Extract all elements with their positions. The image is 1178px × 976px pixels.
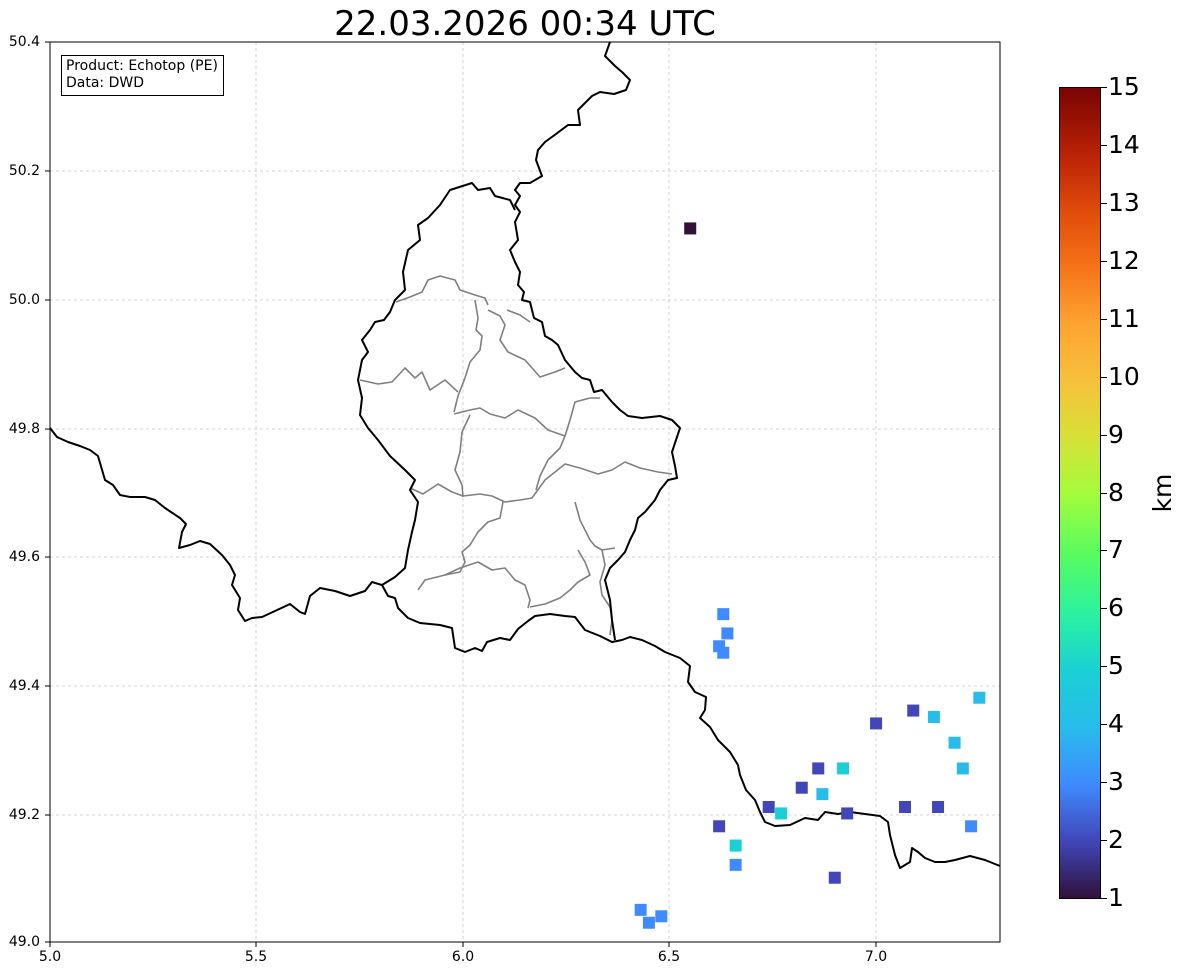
colorbar-tick-label: 9: [1108, 419, 1124, 449]
map-plot: [45, 41, 1001, 947]
y-tick-label: 49.2: [8, 807, 40, 823]
echo-cell: [816, 788, 829, 801]
echo-cell: [655, 910, 668, 923]
colorbar-tick: [1101, 666, 1107, 668]
echo-cell: [956, 762, 969, 775]
echo-cell: [775, 807, 788, 820]
echo-cell: [841, 807, 854, 820]
colorbar-tick: [1101, 840, 1107, 842]
echo-cell: [932, 801, 945, 813]
y-tick-label: 50.4: [8, 34, 40, 50]
colorbar-tick-label: 1: [1108, 883, 1124, 912]
x-tick-label: 5.0: [38, 949, 62, 965]
x-tick-label: 6.5: [657, 949, 681, 965]
x-tick-label: 7.0: [864, 949, 888, 965]
colorbar-tick-label: 11: [1108, 303, 1140, 333]
colorbar-tick: [1101, 898, 1107, 899]
colorbar-tick: [1101, 260, 1107, 262]
echo-cell: [948, 736, 961, 749]
colorbar-tick: [1101, 782, 1107, 784]
echo-cell: [927, 711, 940, 723]
colorbar-tick: [1101, 376, 1107, 378]
colorbar-tick: [1101, 434, 1107, 436]
y-tick-label: 49.4: [8, 678, 40, 694]
echo-cell: [717, 646, 730, 659]
colorbar-tick-label: 3: [1108, 767, 1124, 797]
echo-cell: [713, 820, 726, 833]
y-tick-label: 50.2: [8, 163, 40, 179]
product-label: Product: Echotop (PE): [66, 58, 218, 74]
echo-cell: [899, 801, 911, 813]
x-tick-label: 6.0: [451, 949, 475, 965]
colorbar-tick-label: 2: [1108, 825, 1124, 855]
colorbar-tick-label: 8: [1108, 477, 1124, 507]
colorbar-tick-label: 15: [1108, 72, 1140, 101]
echo-cell: [812, 762, 825, 775]
echo-cell: [634, 903, 647, 916]
colorbar-tick: [1101, 318, 1107, 320]
colorbar-tick-label: 4: [1108, 709, 1124, 739]
colorbar-tick: [1101, 144, 1107, 146]
colorbar-tick: [1101, 202, 1107, 204]
national-borders: [49, 41, 1001, 869]
echo-cell: [907, 704, 920, 717]
district-boundaries: [359, 275, 673, 636]
echo-cell: [973, 691, 986, 704]
product-info-box: Product: Echotop (PE) Data: DWD: [61, 55, 224, 96]
echo-cell: [795, 781, 808, 794]
x-tick-label: 5.5: [244, 949, 268, 965]
gridlines: [50, 42, 1000, 942]
echo-cell: [729, 858, 742, 871]
colorbar-tick-label: 5: [1108, 651, 1124, 681]
y-tick-label: 49.6: [8, 549, 40, 565]
colorbar-tick: [1101, 87, 1107, 88]
colorbar-tick-label: 12: [1108, 245, 1140, 275]
echo-cell: [717, 608, 730, 621]
echo-cell: [721, 627, 734, 640]
y-tick-label: 50.0: [8, 292, 40, 308]
echo-cell: [684, 222, 697, 235]
colorbar-tick: [1101, 608, 1107, 610]
colorbar-tick-label: 6: [1108, 593, 1124, 623]
colorbar-tick: [1101, 492, 1107, 494]
colorbar: [1059, 87, 1101, 899]
colorbar-tick-label: 13: [1108, 187, 1140, 217]
echo-top-cells: [634, 222, 986, 929]
echo-cell: [965, 820, 978, 833]
colorbar-unit-label: km: [1148, 473, 1177, 513]
colorbar-tick-label: 10: [1108, 361, 1140, 391]
colorbar-tick: [1101, 724, 1107, 726]
colorbar-tick: [1101, 550, 1107, 552]
y-tick-label: 49.8: [8, 421, 40, 437]
echo-cell: [729, 839, 742, 852]
colorbar-tick-label: 7: [1108, 535, 1124, 565]
echo-cell: [870, 717, 883, 730]
colorbar-tick-label: 14: [1108, 129, 1140, 159]
echo-cell: [837, 762, 850, 775]
echo-cell: [828, 871, 841, 884]
plot-frame: [49, 41, 1001, 943]
data-source-label: Data: DWD: [66, 75, 144, 91]
echo-cell: [642, 916, 655, 929]
echo-cell: [762, 801, 775, 813]
y-tick-label: 49.0: [8, 934, 40, 950]
